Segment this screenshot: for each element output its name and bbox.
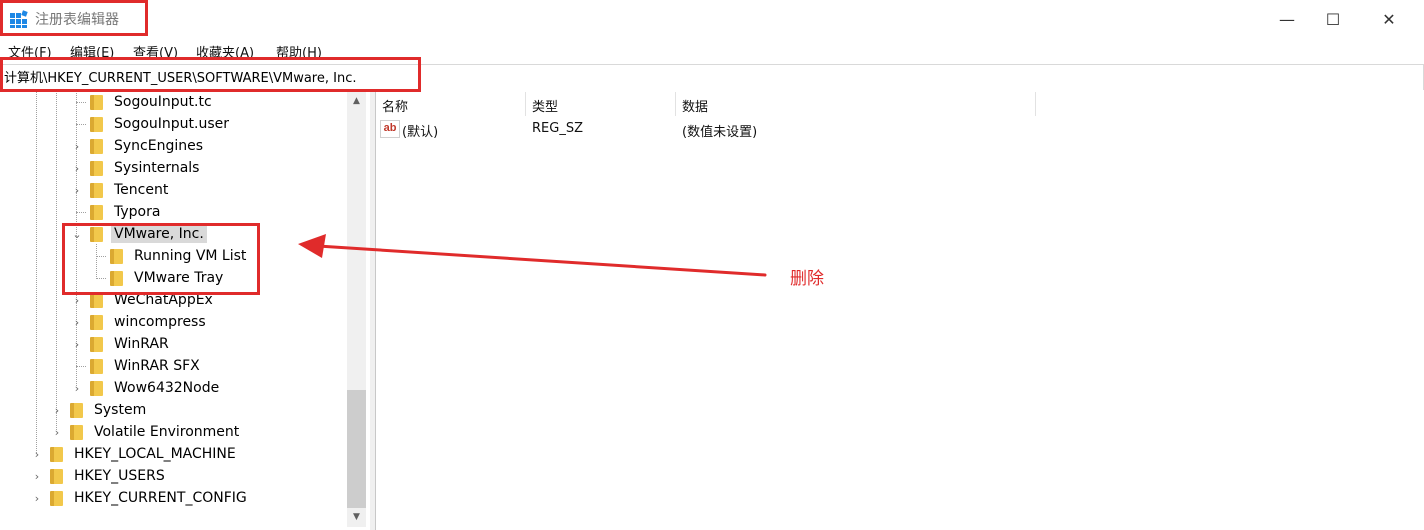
maximize-button[interactable]: ☐ bbox=[1310, 0, 1356, 38]
annotation-box-title bbox=[0, 0, 148, 36]
tree-item-hkey-local-machine[interactable]: › HKEY_LOCAL_MACHINE bbox=[30, 443, 239, 465]
tree-item-wow6432node[interactable]: › Wow6432Node bbox=[70, 377, 222, 399]
tree-item-winrar[interactable]: › WinRAR bbox=[70, 333, 172, 355]
folder-icon bbox=[90, 160, 103, 176]
tree-item-label: Wow6432Node bbox=[114, 380, 220, 396]
column-header-data[interactable]: 数据 bbox=[682, 96, 708, 115]
chevron-right-icon[interactable]: › bbox=[70, 294, 84, 307]
annotation-box-address bbox=[0, 57, 421, 92]
folder-icon bbox=[50, 490, 63, 506]
tree-item-typora[interactable]: Typora bbox=[70, 201, 163, 223]
scroll-down-icon[interactable]: ▼ bbox=[347, 508, 366, 526]
tree-item-label: WinRAR bbox=[114, 336, 169, 352]
value-type: REG_SZ bbox=[532, 121, 583, 136]
tree-item-label: SogouInput.user bbox=[114, 116, 230, 132]
chevron-right-icon[interactable]: › bbox=[70, 338, 84, 351]
tree-item-label: HKEY_CURRENT_CONFIG bbox=[74, 490, 247, 506]
folder-icon bbox=[90, 358, 103, 374]
chevron-right-icon[interactable]: › bbox=[50, 426, 64, 439]
value-name[interactable]: (默认) bbox=[402, 121, 438, 140]
tree-item-label: Tencent bbox=[114, 182, 169, 198]
folder-icon bbox=[90, 336, 103, 352]
folder-icon bbox=[70, 402, 83, 418]
tree-item-label: SyncEngines bbox=[114, 138, 204, 154]
chevron-right-icon[interactable]: › bbox=[30, 448, 44, 461]
tree-item-label: WinRAR SFX bbox=[114, 358, 200, 374]
folder-icon bbox=[90, 314, 103, 330]
tree-item-volatile-environment[interactable]: › Volatile Environment bbox=[50, 421, 242, 443]
scroll-up-icon[interactable]: ▲ bbox=[347, 92, 366, 110]
title-bar bbox=[0, 0, 1424, 38]
tree-item-label: HKEY_USERS bbox=[74, 468, 165, 484]
chevron-right-icon[interactable]: › bbox=[70, 382, 84, 395]
string-value-icon: ab bbox=[380, 120, 400, 138]
column-separator[interactable] bbox=[525, 92, 526, 116]
tree-item-winrar-sfx[interactable]: WinRAR SFX bbox=[70, 355, 203, 377]
chevron-right-icon[interactable]: › bbox=[30, 492, 44, 505]
folder-icon bbox=[50, 468, 63, 484]
tree-item-syncengines[interactable]: › SyncEngines bbox=[70, 135, 206, 157]
annotation-arrow-icon bbox=[298, 234, 767, 277]
tree-item-tencent[interactable]: › Tencent bbox=[70, 179, 171, 201]
chevron-right-icon[interactable]: › bbox=[50, 404, 64, 417]
tree-item-label: wincompress bbox=[114, 314, 206, 330]
column-separator[interactable] bbox=[675, 92, 676, 116]
chevron-right-icon[interactable]: › bbox=[70, 184, 84, 197]
value-data: (数值未设置) bbox=[682, 125, 758, 140]
tree-guide-line bbox=[36, 90, 37, 453]
tree-item-system[interactable]: › System bbox=[50, 399, 149, 421]
tree-item-sogouinput-user[interactable]: SogouInput.user bbox=[70, 113, 232, 135]
column-separator[interactable] bbox=[1035, 92, 1036, 116]
folder-icon bbox=[70, 424, 83, 440]
tree-item-hkey-current-config[interactable]: › HKEY_CURRENT_CONFIG bbox=[30, 487, 250, 509]
folder-icon bbox=[90, 380, 103, 396]
column-header-type[interactable]: 类型 bbox=[532, 96, 558, 115]
column-header-name[interactable]: 名称 bbox=[382, 96, 408, 115]
chevron-right-icon[interactable]: › bbox=[70, 316, 84, 329]
minimize-button[interactable]: — bbox=[1264, 0, 1310, 38]
tree-item-wincompress[interactable]: › wincompress bbox=[70, 311, 209, 333]
tree-item-label: Typora bbox=[114, 204, 161, 220]
close-button[interactable]: ✕ bbox=[1366, 0, 1412, 38]
annotation-label: 删除 bbox=[790, 269, 824, 289]
folder-icon bbox=[50, 446, 63, 462]
tree-item-sogouinput-tc[interactable]: SogouInput.tc bbox=[70, 91, 215, 113]
folder-icon bbox=[90, 182, 103, 198]
chevron-right-icon[interactable]: › bbox=[30, 470, 44, 483]
tree-item-label: System bbox=[94, 402, 147, 418]
tree-item-sysinternals[interactable]: › Sysinternals bbox=[70, 157, 202, 179]
tree-item-label: Sysinternals bbox=[114, 160, 200, 176]
values-pane bbox=[375, 90, 1424, 530]
tree-guide-line bbox=[56, 90, 57, 430]
folder-icon bbox=[90, 204, 103, 220]
folder-icon bbox=[90, 94, 103, 110]
tree-item-label: Volatile Environment bbox=[94, 424, 240, 440]
chevron-right-icon[interactable]: › bbox=[70, 162, 84, 175]
chevron-right-icon[interactable]: › bbox=[70, 140, 84, 153]
folder-icon bbox=[90, 116, 103, 132]
tree-item-hkey-users[interactable]: › HKEY_USERS bbox=[30, 465, 168, 487]
scrollbar-thumb[interactable] bbox=[347, 390, 366, 508]
tree-item-label: SogouInput.tc bbox=[114, 94, 212, 110]
folder-icon bbox=[90, 138, 103, 154]
tree-item-label: HKEY_LOCAL_MACHINE bbox=[74, 446, 236, 462]
annotation-box-vmware bbox=[62, 223, 260, 295]
